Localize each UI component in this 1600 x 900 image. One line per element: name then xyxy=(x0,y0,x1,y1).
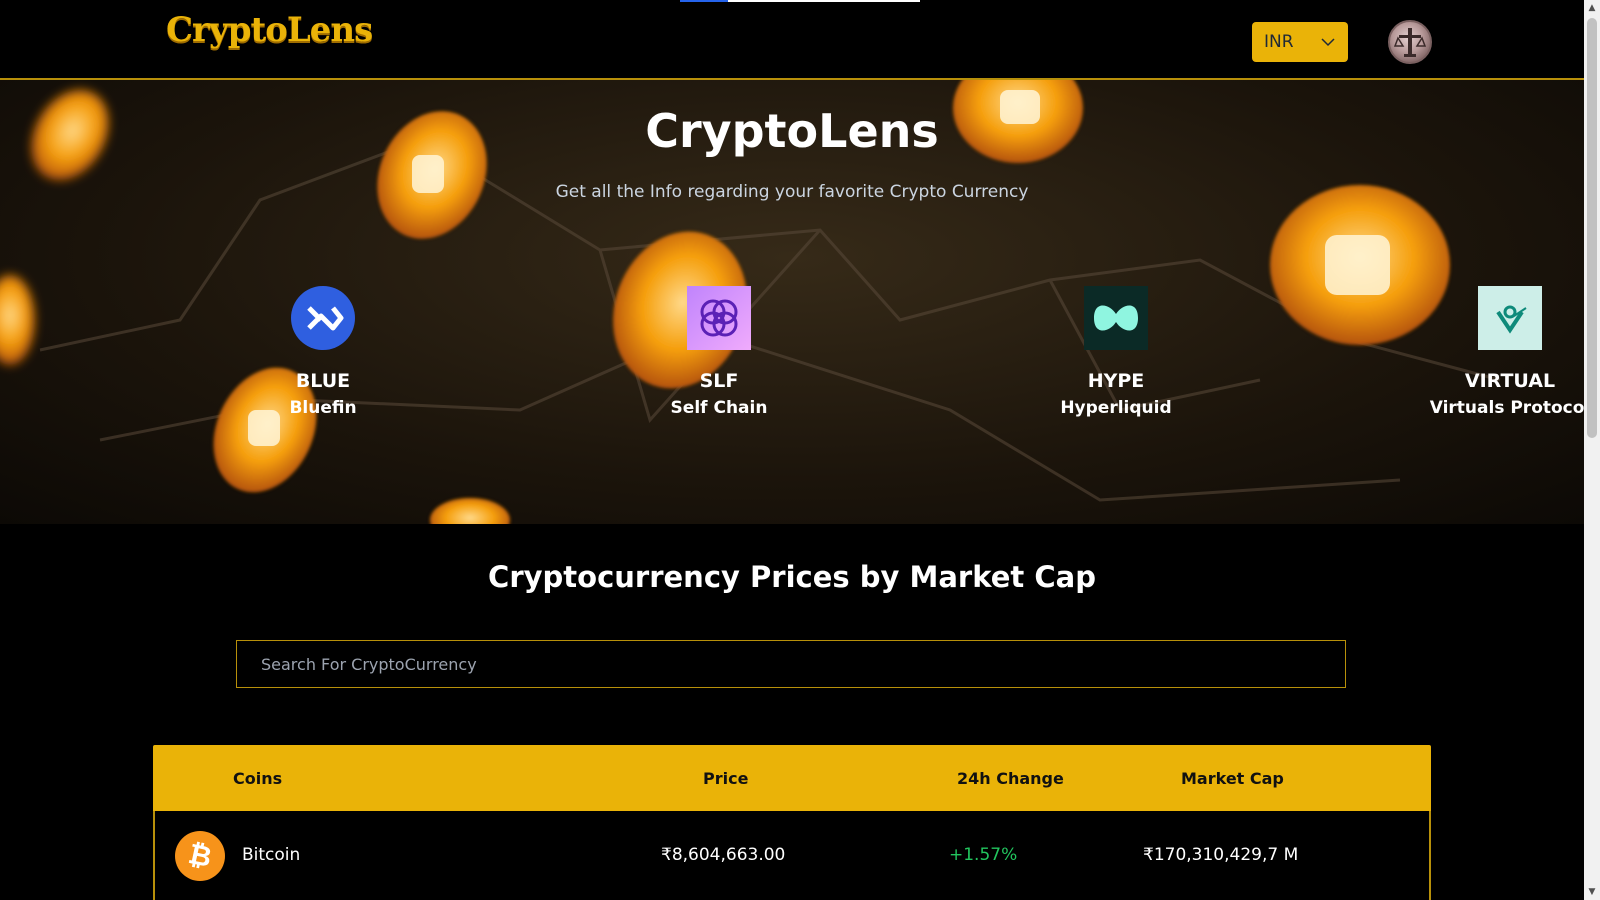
column-header-change[interactable]: 24h Change xyxy=(957,769,1064,788)
scrollbar-thumb[interactable] xyxy=(1587,18,1597,438)
hero-banner: CryptoLens Get all the Info regarding yo… xyxy=(0,80,1584,524)
currency-select[interactable]: INR xyxy=(1252,22,1348,62)
coin-name: Hyperliquid xyxy=(1060,398,1172,418)
coin-symbol: HYPE xyxy=(1087,370,1145,392)
bluefin-icon xyxy=(291,286,355,350)
page-scrollbar[interactable]: ▲ ▼ xyxy=(1584,0,1600,900)
table-body: ₿ Bitcoin ₹8,604,663.00 +1.57% ₹170,310,… xyxy=(153,811,1431,900)
table-header: Coins Price 24h Change Market Cap xyxy=(153,745,1431,811)
column-header-price[interactable]: Price xyxy=(703,769,748,788)
scroll-down-icon[interactable]: ▼ xyxy=(1584,884,1600,900)
virtuals-icon xyxy=(1478,286,1542,350)
app-logo[interactable]: CryptoLens xyxy=(166,10,373,50)
coin-name: Self Chain xyxy=(670,398,768,418)
bitcoin-icon: ₿ xyxy=(175,831,225,881)
search-input[interactable] xyxy=(236,640,1346,688)
coin-name: Bitcoin xyxy=(242,845,301,865)
table-row[interactable]: ₿ Bitcoin ₹8,604,663.00 +1.57% ₹170,310,… xyxy=(155,811,1429,900)
loading-progress-bar xyxy=(680,0,920,2)
coins-table: Coins Price 24h Change Market Cap ₿ Bitc… xyxy=(153,745,1431,900)
coin-price: ₹8,604,663.00 xyxy=(661,845,786,865)
scroll-up-icon[interactable]: ▲ xyxy=(1584,0,1600,16)
carousel-item-slf[interactable]: SLF Self Chain xyxy=(589,286,849,418)
column-header-market-cap[interactable]: Market Cap xyxy=(1181,769,1284,788)
chevron-down-icon xyxy=(1321,38,1335,47)
avatar-image xyxy=(1393,28,1427,57)
user-avatar[interactable] xyxy=(1388,20,1432,64)
coin-name: Bluefin xyxy=(289,398,357,418)
self-chain-icon xyxy=(687,286,751,350)
hero-title: CryptoLens xyxy=(645,104,939,158)
carousel-item-virtual[interactable]: VIRTUAL Virtuals Protocol xyxy=(1380,286,1584,418)
coin-symbol: VIRTUAL xyxy=(1464,370,1556,392)
hyperliquid-icon xyxy=(1084,286,1148,350)
top-nav: CryptoLens INR xyxy=(0,0,1584,80)
hero-subtitle: Get all the Info regarding your favorite… xyxy=(555,182,1029,202)
coin-name: Virtuals Protocol xyxy=(1429,398,1584,418)
carousel-item-hype[interactable]: HYPE Hyperliquid xyxy=(986,286,1246,418)
carousel-item-blue[interactable]: BLUE Bluefin xyxy=(193,286,453,418)
section-title: Cryptocurrency Prices by Market Cap xyxy=(488,560,1096,594)
coin-market-cap: ₹170,310,429,7 M xyxy=(1143,845,1299,865)
coin-change: +1.57% xyxy=(949,845,1018,865)
coin-symbol: SLF xyxy=(699,370,739,392)
column-header-coins[interactable]: Coins xyxy=(233,769,282,788)
coin-symbol: BLUE xyxy=(295,370,351,392)
currency-select-value: INR xyxy=(1264,32,1294,52)
